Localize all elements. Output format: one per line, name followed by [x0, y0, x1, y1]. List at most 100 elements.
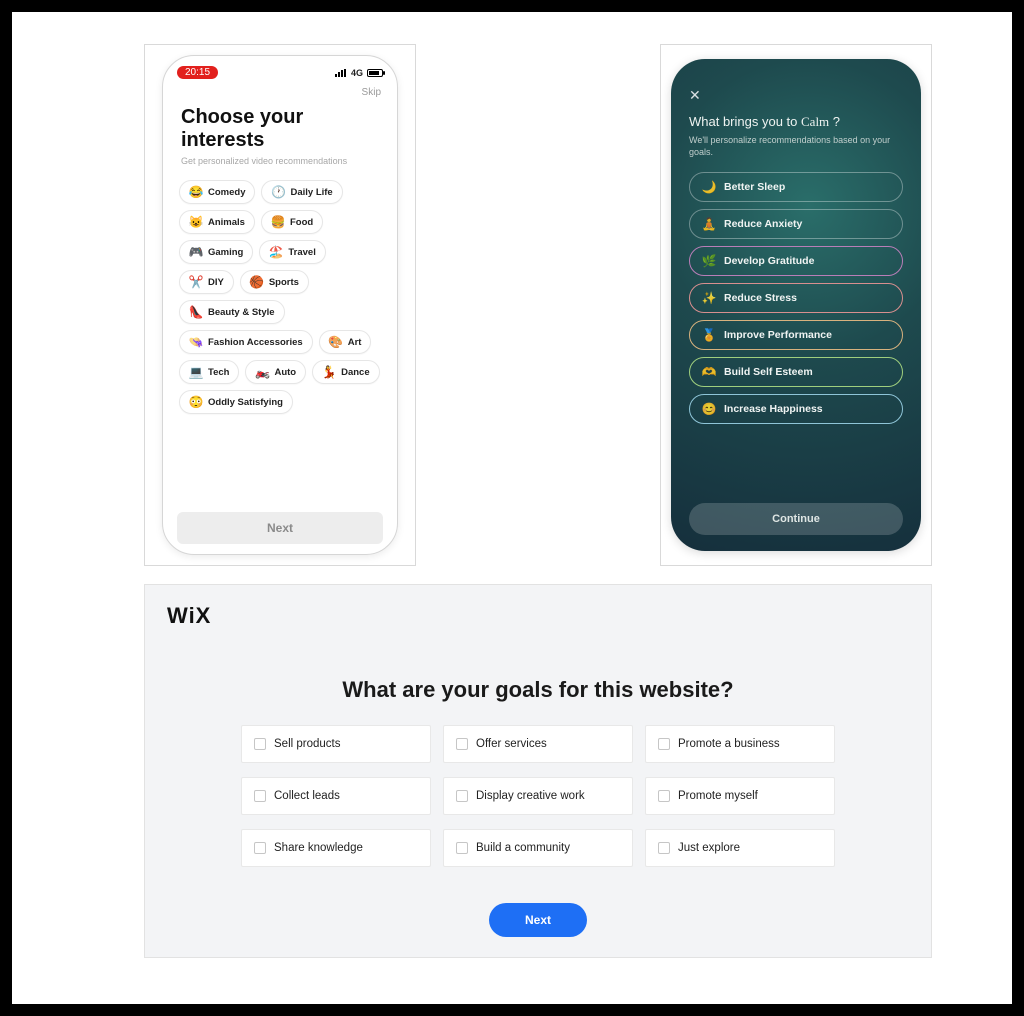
- wix-title: What are your goals for this website?: [145, 677, 931, 703]
- interest-pill[interactable]: ✂️DIY: [179, 270, 234, 294]
- wix-option-label: Display creative work: [476, 790, 585, 802]
- checkbox-icon: [254, 842, 266, 854]
- interest-pill-label: Beauty & Style: [208, 307, 275, 318]
- interest-pill-icon: 🏍️: [255, 365, 269, 379]
- goal-label: Improve Performance: [724, 329, 832, 341]
- interest-pill-label: Animals: [208, 217, 245, 228]
- interest-pill-label: Gaming: [208, 247, 243, 258]
- interest-pill-icon: 🏖️: [269, 245, 283, 259]
- calm-goal-option[interactable]: 🧘 Reduce Anxiety: [689, 209, 903, 239]
- interest-pill-label: Travel: [288, 247, 315, 258]
- interests-title: Choose your interests: [181, 106, 379, 152]
- interest-pill[interactable]: 💻 Tech: [179, 360, 239, 384]
- interest-pill-label: Sports: [269, 277, 299, 288]
- checkbox-icon: [658, 790, 670, 802]
- close-icon[interactable]: ✕: [689, 87, 903, 104]
- calm-goal-option[interactable]: 🌙Better Sleep: [689, 172, 903, 202]
- status-right: 4G: [335, 68, 383, 78]
- wix-option[interactable]: Share knowledge: [241, 829, 431, 867]
- interest-pill-icon: 💻: [189, 365, 203, 379]
- network-label: 4G: [351, 68, 363, 78]
- signal-icon: [335, 69, 347, 77]
- battery-icon: [367, 69, 383, 77]
- wix-option-label: Share knowledge: [274, 842, 363, 854]
- interest-pill-icon: 🏀: [250, 275, 264, 289]
- goal-label: Develop Gratitude: [724, 255, 814, 267]
- calm-goal-option[interactable]: 🫶Build Self Esteem: [689, 357, 903, 387]
- goal-icon: 🫶: [702, 365, 716, 379]
- checkbox-icon: [254, 790, 266, 802]
- interests-subtitle: Get personalized video recommendations: [181, 156, 379, 166]
- interest-pill-label: Art: [348, 337, 362, 348]
- interest-pill[interactable]: 🎨 Art: [319, 330, 372, 354]
- skip-button[interactable]: Skip: [179, 87, 381, 98]
- interest-pill[interactable]: 💃 Dance: [312, 360, 380, 384]
- wix-option-label: Offer services: [476, 738, 547, 750]
- interest-pill-label: Fashion Accessories: [208, 337, 303, 348]
- goal-label: Reduce Anxiety: [724, 218, 802, 230]
- goal-icon: 🏅: [702, 328, 716, 342]
- interest-pill[interactable]: 🏖️ Travel: [259, 240, 325, 264]
- interest-pill[interactable]: 👠Beauty & Style: [179, 300, 285, 324]
- checkbox-icon: [456, 738, 468, 750]
- interest-pill-icon: 😺: [189, 215, 203, 229]
- wix-option-label: Promote myself: [678, 790, 758, 802]
- wix-option[interactable]: Sell products: [241, 725, 431, 763]
- interest-pill-label: Comedy: [208, 187, 245, 198]
- interest-pill-icon: 😳: [189, 395, 203, 409]
- interest-pill-icon: ✂️: [189, 275, 203, 289]
- interest-pill[interactable]: 👒Fashion Accessories: [179, 330, 313, 354]
- wix-option[interactable]: Promote myself: [645, 777, 835, 815]
- interest-pill[interactable]: 😂Comedy: [179, 180, 255, 204]
- calm-phone: ✕ What brings you to Calm ? We'll person…: [671, 59, 921, 551]
- wix-logo: WiX: [167, 603, 931, 629]
- wix-option-label: Promote a business: [678, 738, 780, 750]
- status-time: 20:15: [177, 66, 218, 79]
- interest-pill[interactable]: 😺 Animals: [179, 210, 255, 234]
- wix-option[interactable]: Display creative work: [443, 777, 633, 815]
- calm-subtitle: We'll personalize recommendations based …: [689, 134, 903, 158]
- wix-option-label: Build a community: [476, 842, 570, 854]
- interest-pill[interactable]: 🏀 Sports: [240, 270, 309, 294]
- interest-pill-label: Tech: [208, 367, 229, 378]
- interest-pill-icon: 🕐: [271, 185, 285, 199]
- wix-option[interactable]: Offer services: [443, 725, 633, 763]
- calm-goal-option[interactable]: 🌿 Develop Gratitude: [689, 246, 903, 276]
- interest-pill-label: Daily Life: [290, 187, 332, 198]
- interest-pill-icon: 💃: [322, 365, 336, 379]
- interest-pill-label: Dance: [341, 367, 370, 378]
- continue-button[interactable]: Continue: [689, 503, 903, 535]
- interest-pill[interactable]: 😳 Oddly Satisfying: [179, 390, 293, 414]
- next-button[interactable]: Next: [177, 512, 383, 544]
- interest-pill[interactable]: 🎮 Gaming: [179, 240, 253, 264]
- goal-label: Reduce Stress: [724, 292, 797, 304]
- wix-option[interactable]: Promote a business: [645, 725, 835, 763]
- interests-phone: 20:15 4G Skip Choose your interests Get …: [162, 55, 398, 555]
- calm-goal-list: 🌙Better Sleep 🧘 Reduce Anxiety 🌿 Develop Gra…: [689, 172, 903, 424]
- interests-panel: 20:15 4G Skip Choose your interests Get …: [144, 44, 416, 566]
- goal-icon: 😊: [702, 402, 716, 416]
- interest-pill[interactable]: 🏍️Auto: [245, 360, 306, 384]
- wix-option-label: Sell products: [274, 738, 340, 750]
- status-bar: 20:15 4G: [177, 66, 383, 79]
- calm-panel: ✕ What brings you to Calm ? We'll person…: [660, 44, 932, 566]
- interest-pill[interactable]: 🕐 Daily Life: [261, 180, 342, 204]
- goal-icon: 🌿: [702, 254, 716, 268]
- calm-goal-option[interactable]: 😊 Increase Happiness: [689, 394, 903, 424]
- calm-goal-option[interactable]: ✨Reduce Stress: [689, 283, 903, 313]
- wix-option[interactable]: Collect leads: [241, 777, 431, 815]
- wix-option[interactable]: Build a community: [443, 829, 633, 867]
- interest-pill[interactable]: 🍔Food: [261, 210, 323, 234]
- wix-next-button[interactable]: Next: [489, 903, 587, 937]
- interest-pill-icon: 🍔: [271, 215, 285, 229]
- goal-icon: 🧘: [702, 217, 716, 231]
- wix-option-grid: Sell products Offer services Promote a bus…: [145, 725, 931, 867]
- interest-pill-label: Oddly Satisfying: [208, 397, 283, 408]
- wix-panel: WiX What are your goals for this website…: [144, 584, 932, 958]
- goal-label: Increase Happiness: [724, 403, 823, 415]
- wix-option[interactable]: Just explore: [645, 829, 835, 867]
- interest-pill-icon: 🎮: [189, 245, 203, 259]
- checkbox-icon: [456, 790, 468, 802]
- calm-goal-option[interactable]: 🏅 Improve Performance: [689, 320, 903, 350]
- interest-pill-icon: 🎨: [329, 335, 343, 349]
